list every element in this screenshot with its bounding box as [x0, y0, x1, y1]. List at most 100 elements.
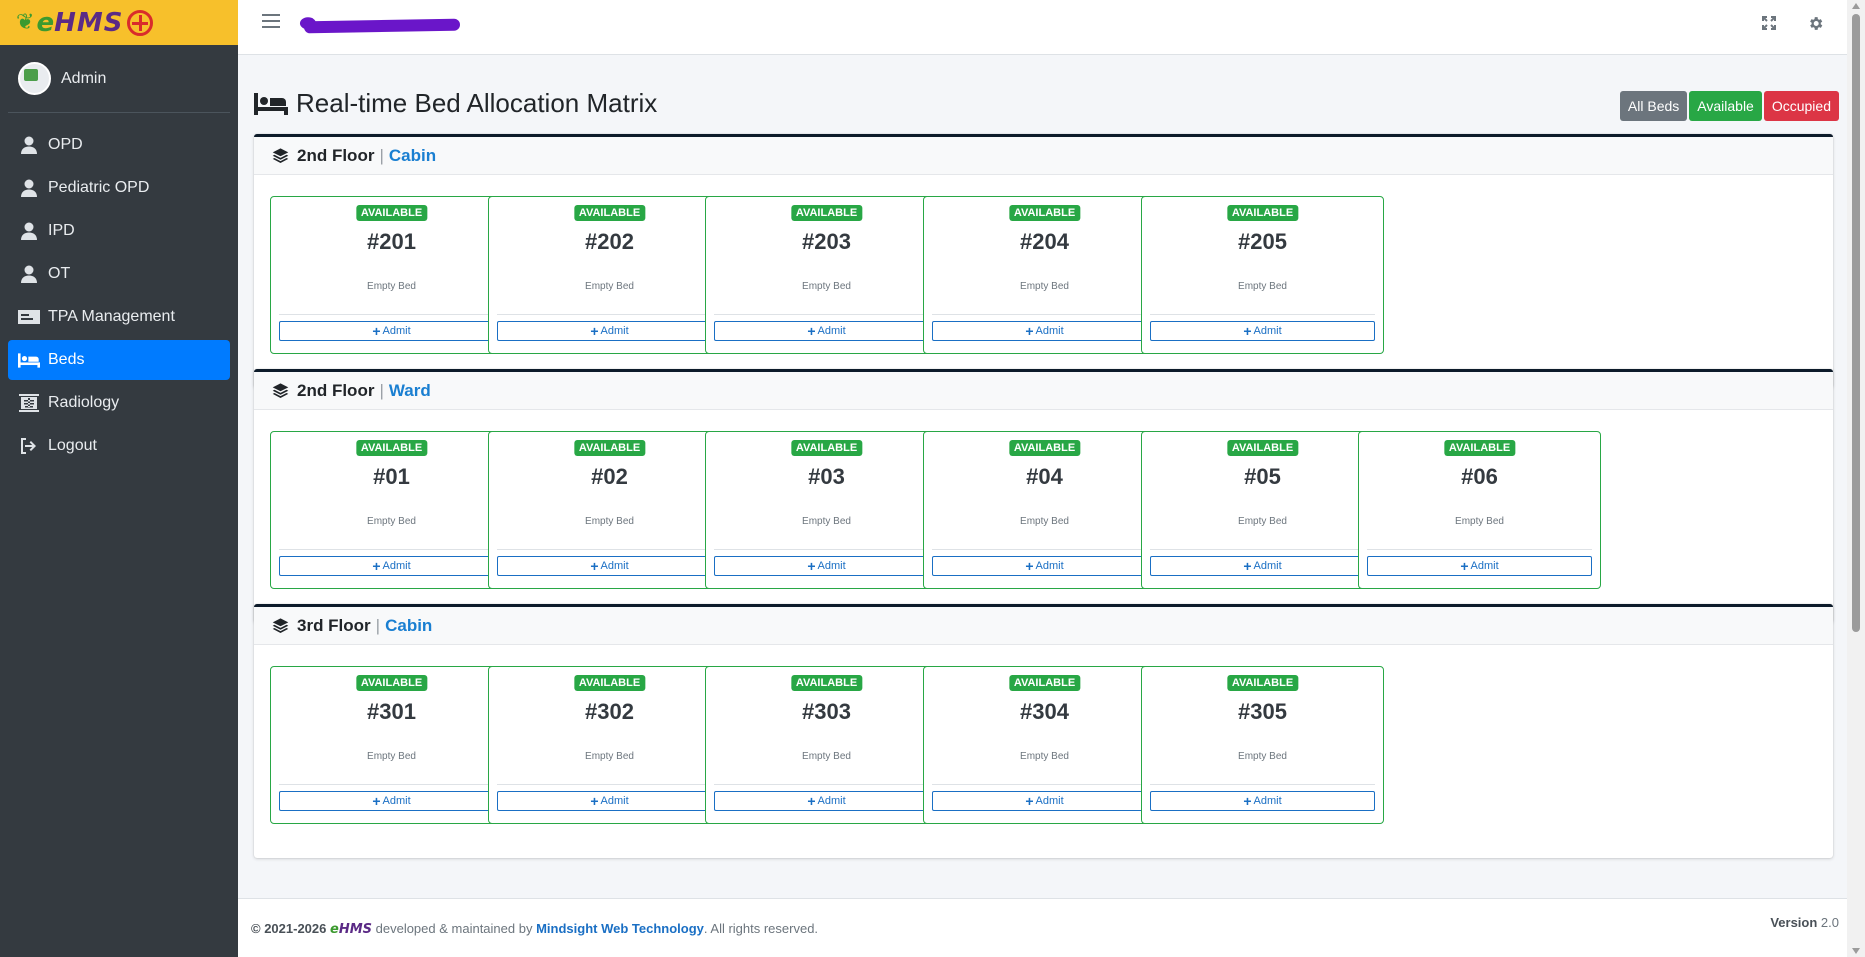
bed-card[interactable]: AVAILABLE #305 Empty Bed + Admit: [1141, 666, 1384, 824]
page-scrollbar[interactable]: [1847, 0, 1865, 957]
admit-button[interactable]: + Admit: [1150, 791, 1375, 811]
scroll-up-arrow-icon[interactable]: [1852, 3, 1860, 9]
scroll-down-arrow-icon[interactable]: [1852, 948, 1860, 954]
bed-card[interactable]: AVAILABLE #03 Empty Bed + Admit: [705, 431, 948, 589]
admit-label: Admit: [600, 325, 629, 337]
logo-hms: HMS: [54, 7, 124, 38]
admit-button[interactable]: + Admit: [497, 556, 722, 576]
sidebar-item-tpa-management[interactable]: TPA Management: [8, 297, 230, 337]
admit-label: Admit: [817, 795, 846, 807]
sidebar-item-logout[interactable]: Logout: [8, 426, 230, 466]
status-badge: AVAILABLE: [1443, 440, 1516, 456]
admit-button[interactable]: + Admit: [279, 556, 504, 576]
status-badge: AVAILABLE: [1008, 675, 1081, 691]
company-link[interactable]: Mindsight Web Technology: [536, 921, 704, 936]
bed-card[interactable]: AVAILABLE #05 Empty Bed + Admit: [1141, 431, 1384, 589]
admit-label: Admit: [600, 795, 629, 807]
bed-card[interactable]: AVAILABLE #204 Empty Bed + Admit: [923, 196, 1166, 354]
footer: © 2021-2026 eHMS developed & maintained …: [238, 898, 1847, 957]
plus-icon: +: [807, 323, 816, 339]
sidebar-nav: OPD Pediatric OPD IPD OT TPA Management Beds R…: [0, 125, 238, 466]
separator: |: [379, 380, 384, 400]
sidebar-item-opd[interactable]: OPD: [8, 125, 230, 165]
divider: [714, 314, 939, 315]
page-heading: Real-time Bed Allocation Matrix: [254, 88, 657, 119]
status-badge: AVAILABLE: [1008, 440, 1081, 456]
admit-label: Admit: [817, 325, 846, 337]
bed-number: #305: [1238, 699, 1287, 724]
brand-bar[interactable]: ❦ e HMS: [0, 0, 238, 45]
plus-icon: +: [1243, 558, 1252, 574]
logout-icon: [16, 436, 42, 456]
admit-button[interactable]: + Admit: [714, 791, 939, 811]
separator: |: [379, 145, 384, 165]
bed-number: #01: [373, 464, 410, 489]
divider: [932, 549, 1157, 550]
admit-button[interactable]: + Admit: [279, 321, 504, 341]
floor-name: 2nd Floor: [297, 145, 375, 165]
sidebar-item-label: OPD: [48, 136, 83, 153]
user-panel[interactable]: Admin: [8, 45, 230, 113]
bed-card[interactable]: AVAILABLE #06 Empty Bed + Admit: [1358, 431, 1601, 589]
bed-number: #302: [585, 699, 634, 724]
sidebar-item-beds[interactable]: Beds: [8, 340, 230, 380]
admit-button[interactable]: + Admit: [1150, 321, 1375, 341]
user-icon: [16, 178, 42, 198]
footer-copyright: © 2021-2026 eHMS developed & maintained …: [251, 921, 818, 937]
user-name[interactable]: Admin: [61, 70, 106, 88]
avatar[interactable]: [18, 62, 51, 95]
bed-card[interactable]: AVAILABLE #202 Empty Bed + Admit: [488, 196, 731, 354]
admit-button[interactable]: + Admit: [714, 321, 939, 341]
bed-status-text: Empty Bed: [1020, 751, 1069, 762]
layers-icon: [272, 382, 297, 399]
expand-icon[interactable]: [1758, 12, 1780, 34]
sidebar-item-ipd[interactable]: IPD: [8, 211, 230, 251]
plus-icon: +: [372, 558, 381, 574]
admit-button[interactable]: + Admit: [1367, 556, 1592, 576]
admit-button[interactable]: + Admit: [497, 321, 722, 341]
plus-icon: +: [1243, 793, 1252, 809]
floor-section-card: 2nd Floor | Cabin AVAILABLE #201 Empty Bed + Ad…: [254, 134, 1833, 388]
filter-occupied-button[interactable]: Occupied: [1763, 91, 1839, 121]
bed-card[interactable]: AVAILABLE #304 Empty Bed + Admit: [923, 666, 1166, 824]
admit-button[interactable]: + Admit: [932, 791, 1157, 811]
scroll-thumb[interactable]: [1852, 14, 1860, 632]
user-icon: [16, 264, 42, 284]
admit-button[interactable]: + Admit: [932, 556, 1157, 576]
bed-card[interactable]: AVAILABLE #02 Empty Bed + Admit: [488, 431, 731, 589]
admit-label: Admit: [1253, 560, 1282, 572]
admit-button[interactable]: + Admit: [279, 791, 504, 811]
admit-label: Admit: [817, 560, 846, 572]
admit-button[interactable]: + Admit: [1150, 556, 1375, 576]
sidebar-item-pediatric-opd[interactable]: Pediatric OPD: [8, 168, 230, 208]
bed-card[interactable]: AVAILABLE #303 Empty Bed + Admit: [705, 666, 948, 824]
sidebar-item-radiology[interactable]: Radiology: [8, 383, 230, 423]
bed-card[interactable]: AVAILABLE #201 Empty Bed + Admit: [270, 196, 513, 354]
bed-card[interactable]: AVAILABLE #01 Empty Bed + Admit: [270, 431, 513, 589]
redacted-text: [303, 18, 461, 34]
medical-cross-icon: [127, 9, 154, 36]
plus-icon: +: [372, 323, 381, 339]
bed-card[interactable]: AVAILABLE #302 Empty Bed + Admit: [488, 666, 731, 824]
sidebar-item-label: Beds: [48, 351, 85, 368]
bed-card[interactable]: AVAILABLE #04 Empty Bed + Admit: [923, 431, 1166, 589]
version-label: Version: [1770, 915, 1818, 930]
status-badge: AVAILABLE: [573, 205, 646, 221]
hamburger-menu-icon[interactable]: [262, 14, 280, 30]
bed-status-text: Empty Bed: [367, 751, 416, 762]
bed-card[interactable]: AVAILABLE #205 Empty Bed + Admit: [1141, 196, 1384, 354]
status-badge: AVAILABLE: [1226, 205, 1299, 221]
divider: [1150, 549, 1375, 550]
filter-available-button[interactable]: Available: [1689, 91, 1762, 121]
admit-button[interactable]: + Admit: [497, 791, 722, 811]
sidebar-item-ot[interactable]: OT: [8, 254, 230, 294]
filter-all-beds-button[interactable]: All Beds: [1619, 91, 1688, 121]
divider: [714, 549, 939, 550]
bed-card[interactable]: AVAILABLE #301 Empty Bed + Admit: [270, 666, 513, 824]
status-badge: AVAILABLE: [355, 440, 428, 456]
bed-card[interactable]: AVAILABLE #203 Empty Bed + Admit: [705, 196, 948, 354]
bed-number: #202: [585, 229, 634, 254]
admit-button[interactable]: + Admit: [932, 321, 1157, 341]
admit-button[interactable]: + Admit: [714, 556, 939, 576]
gear-icon[interactable]: [1804, 12, 1826, 34]
